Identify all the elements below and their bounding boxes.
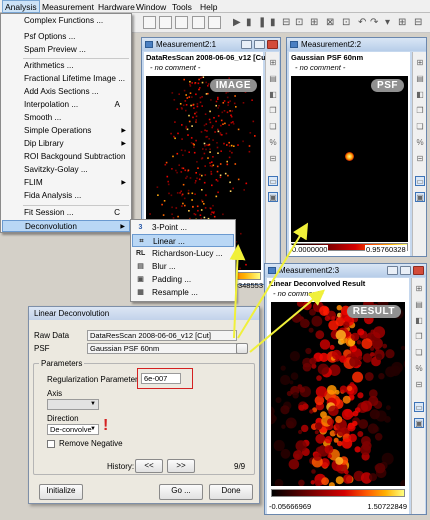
arrow-to-psf [237,222,309,339]
annotation-arrows [229,222,326,353]
arrow-to-image [229,244,246,339]
